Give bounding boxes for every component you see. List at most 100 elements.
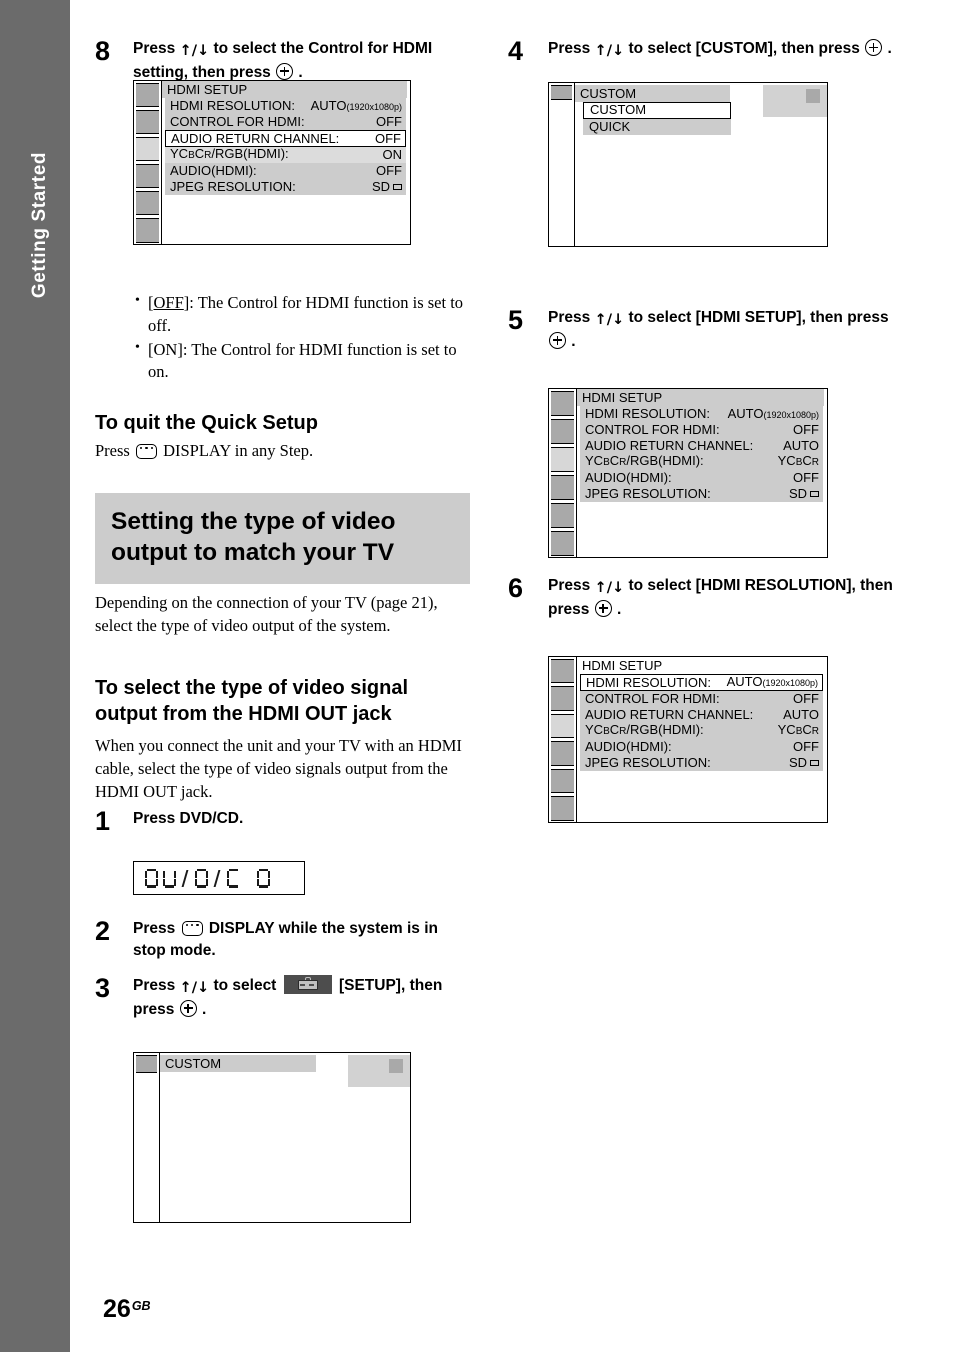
osd-icon-block [136, 191, 159, 216]
step-3-instruction: Press ↑/↓ to select [SETUP], then press … [133, 975, 470, 1021]
display-button-icon [181, 921, 203, 936]
osd-row-value: AUTO(1920x1080p) [726, 674, 818, 689]
osd-row-label: JPEG RESOLUTION: [585, 755, 711, 770]
osd-row[interactable]: HDMI RESOLUTION: AUTO(1920x1080p) [165, 98, 406, 114]
enter-button-icon [276, 62, 294, 80]
osd-row[interactable]: JPEG RESOLUTION: SD [580, 755, 823, 771]
lcd-segment-slash-2 [213, 869, 222, 888]
step-1: 1 Press DVD/CD. [95, 808, 470, 835]
step-3-text-a: Press [133, 977, 180, 994]
osd-row[interactable]: CONTROL FOR HDMI: OFF [580, 422, 823, 438]
osd-row-value: YCBCR [777, 453, 819, 468]
step-3-text-d: . [197, 1000, 207, 1018]
step-2-instruction: Press DISPLAY while the system is in sto… [133, 918, 470, 962]
step-2-number: 2 [95, 916, 111, 946]
osd-row-selected[interactable]: HDMI RESOLUTION: AUTO(1920x1080p) [580, 674, 823, 691]
front-panel-lcd-display [133, 861, 305, 895]
section-heading-band: Setting the type of video output to matc… [95, 493, 470, 584]
section-tab-label: Getting Started [29, 151, 50, 299]
osd-title: HDMI SETUP [577, 389, 824, 406]
step-3: 3 Press ↑/↓ to select [SETUP], then pres… [95, 975, 470, 1021]
list-item: [ON]: The Control for HDMI function is s… [129, 338, 469, 385]
osd-icon-block [551, 741, 574, 766]
osd-row[interactable]: YCBCR/RGB(HDMI): YCBCR [580, 722, 823, 739]
bullet-text: : The Control for HDMI function is set t… [148, 293, 464, 335]
osd-icon-block [551, 530, 574, 556]
osd-row[interactable]: YCBCR/RGB(HDMI): ON [165, 146, 406, 163]
osd-row[interactable]: AUDIO RETURN CHANNEL: AUTO [580, 438, 823, 454]
osd-icon-block [136, 1055, 157, 1073]
osd-icon-block [136, 82, 159, 107]
step-6-text-c: . [612, 600, 622, 618]
step-5-number: 5 [508, 305, 524, 335]
osd-icon-block [551, 85, 572, 100]
osd-dropdown-option[interactable]: QUICK [583, 119, 731, 135]
osd-row[interactable]: AUDIO(HDMI): OFF [580, 470, 823, 486]
quit-heading: To quit the Quick Setup [95, 412, 318, 434]
osd-row[interactable]: YCBCR/RGB(HDMI): YCBCR [580, 453, 823, 470]
osd-row-label: HDMI RESOLUTION: [170, 98, 295, 113]
osd-row[interactable]: CONTROL FOR HDMI: OFF [165, 114, 406, 130]
page-footer: 26GB [103, 1295, 151, 1324]
osd-row-value: AUTO [783, 438, 819, 453]
osd-row-label: CONTROL FOR HDMI: [585, 422, 720, 437]
step-1-number: 1 [95, 806, 111, 836]
osd-icon-column [134, 1053, 160, 1222]
osd-row-label: JPEG RESOLUTION: [170, 179, 296, 194]
osd-right-panel [763, 85, 827, 117]
enter-button-icon [179, 999, 197, 1017]
arrow-up-down-icon: ↑/↓ [594, 580, 625, 596]
osd-row-value: AUTO [783, 707, 819, 722]
osd-row-value: YCBCR [777, 722, 819, 737]
step-8-number: 8 [95, 36, 111, 66]
osd-row[interactable]: AUDIO(HDMI): OFF [165, 163, 406, 179]
osd-screen-step-5: HDMI SETUP HDMI RESOLUTION: AUTO(1920x10… [548, 388, 828, 558]
enter-button-icon [549, 331, 566, 349]
osd-aspect-box-icon [810, 491, 819, 497]
osd-dropdown-option-selected[interactable]: CUSTOM [583, 102, 731, 119]
osd-row-label: AUDIO RETURN CHANNEL: [585, 438, 754, 453]
osd-row-selected[interactable]: AUDIO RETURN CHANNEL: OFF [165, 130, 406, 147]
osd-icon-column [549, 389, 577, 557]
osd-row[interactable]: JPEG RESOLUTION: SD [165, 179, 406, 195]
quit-text-b: DISPLAY in any Step. [158, 441, 314, 460]
osd-icon-column [134, 81, 162, 244]
quit-paragraph: Press DISPLAY in any Step. [95, 440, 470, 463]
step-3-text-b: to select [209, 977, 281, 994]
setup-suitcase-icon [283, 975, 332, 994]
osd-main-area: HDMI SETUP HDMI RESOLUTION: AUTO(1920x10… [577, 389, 827, 557]
osd-row-value: AUTO(1920x1080p) [727, 405, 819, 421]
quit-text-a: Press [95, 441, 134, 460]
step-8-text-c: . [294, 63, 303, 81]
osd-row-value: OFF [376, 163, 402, 178]
step-2: 2 Press DISPLAY while the system is in s… [95, 918, 470, 962]
osd-icon-block [551, 474, 574, 500]
osd-row[interactable]: AUDIO RETURN CHANNEL: AUTO [580, 707, 823, 723]
osd-main-area: HDMI SETUP HDMI RESOLUTION: AUTO(1920x10… [577, 657, 827, 822]
osd-icon-block [551, 502, 574, 528]
lcd-segment-C [227, 868, 240, 888]
intro-paragraph: Depending on the connection of your TV (… [95, 593, 438, 635]
osd-screen-step-4: CUSTOM CUSTOM QUICK [548, 82, 828, 247]
subheading-hdmi-out: To select the type of video signal outpu… [95, 677, 409, 725]
arrow-up-down-icon: ↑/↓ [179, 980, 210, 996]
step-4-text-c: . [883, 40, 892, 57]
osd-icon-block [551, 418, 574, 444]
osd-row[interactable]: AUDIO(HDMI): OFF [580, 739, 823, 755]
osd-icon-block [136, 218, 159, 243]
osd-row-value: OFF [375, 130, 401, 146]
osd-row[interactable]: HDMI RESOLUTION: AUTO(1920x1080p) [580, 406, 823, 422]
enter-button-icon [865, 39, 883, 56]
osd-screen-step-8: HDMI SETUP HDMI RESOLUTION: AUTO(1920x10… [133, 80, 411, 245]
list-item: [OFF]: The Control for HDMI function is … [129, 291, 469, 338]
osd-screen-step-3: CUSTOM [133, 1052, 411, 1223]
osd-row-label: HDMI RESOLUTION: [586, 674, 711, 690]
osd-row[interactable]: JPEG RESOLUTION: SD [580, 486, 823, 502]
osd-row[interactable]: CONTROL FOR HDMI: OFF [580, 691, 823, 707]
arrow-up-down-icon: ↑/↓ [179, 43, 210, 59]
osd-row-label: YCBCR/RGB(HDMI): [585, 722, 704, 737]
osd-icon-block [551, 390, 574, 416]
osd-icon-block [551, 686, 574, 711]
osd-row-label: JPEG RESOLUTION: [585, 486, 711, 501]
step-6-number: 6 [508, 573, 524, 603]
